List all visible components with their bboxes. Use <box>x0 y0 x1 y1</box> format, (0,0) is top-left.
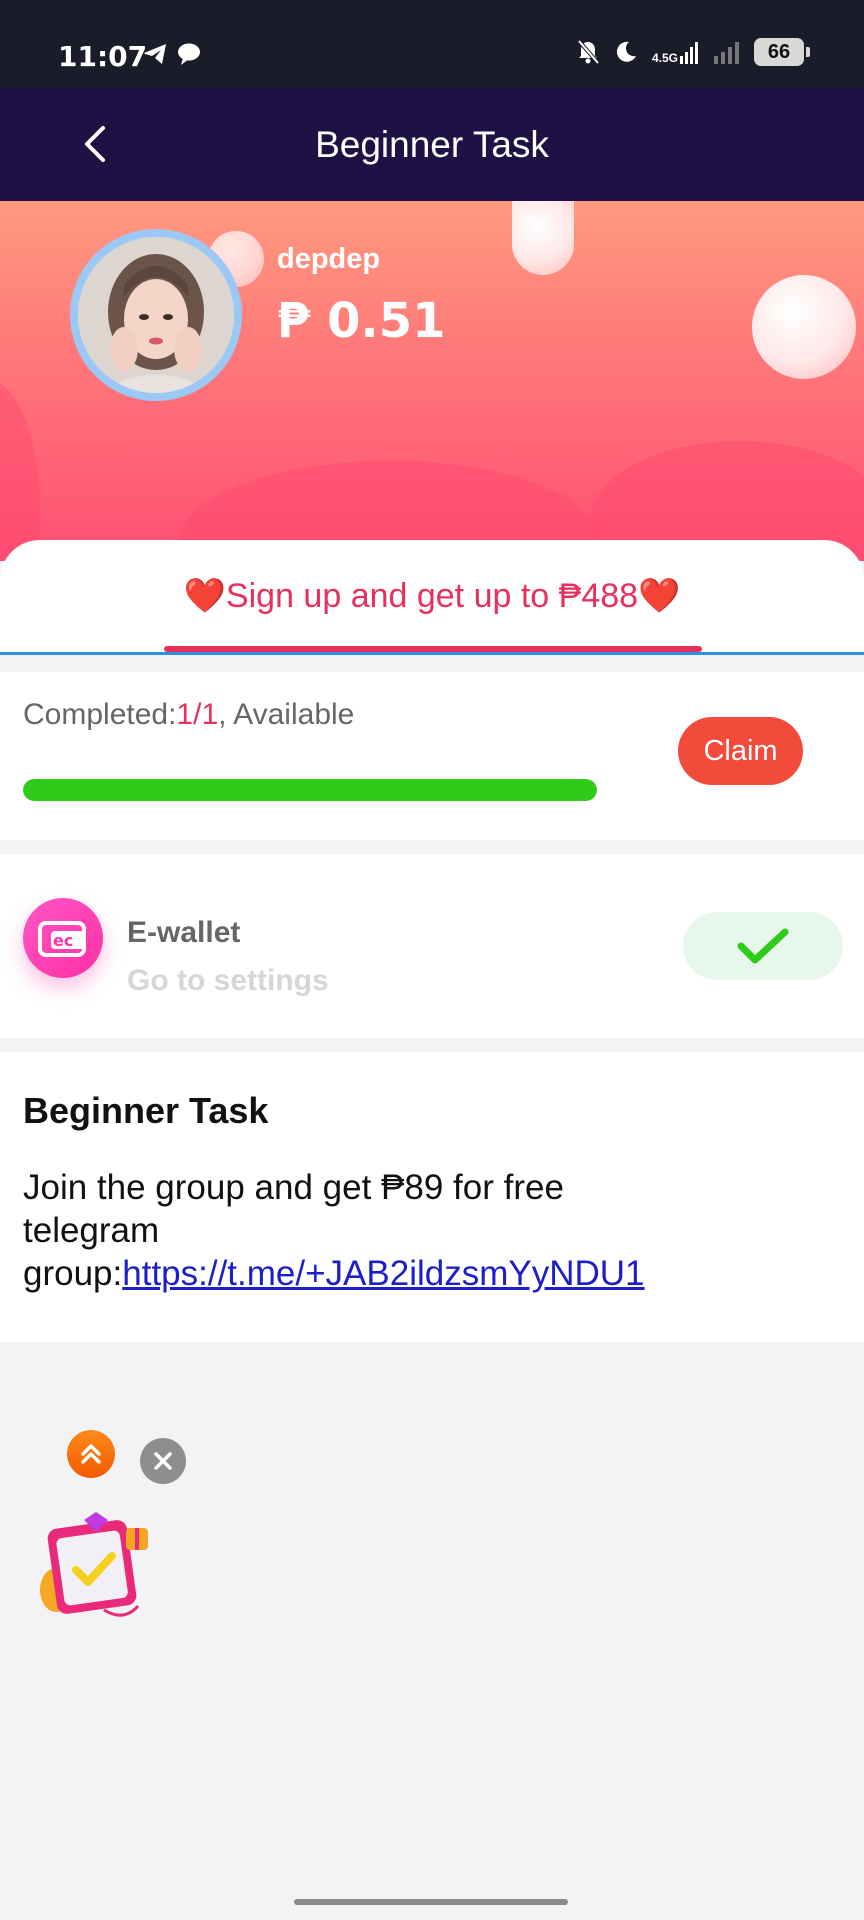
network-label: 4.5G <box>651 51 678 65</box>
tab-signup[interactable]: ❤️Sign up and get up to ₱488❤️ <box>0 576 864 616</box>
battery-icon: 66 <box>754 38 810 66</box>
expand-button[interactable] <box>67 1430 115 1478</box>
moon-icon <box>616 41 636 62</box>
progress-card: Completed:1/1, Available Claim <box>0 672 864 840</box>
progress-status: , Available <box>218 698 355 731</box>
home-indicator[interactable] <box>294 1899 568 1905</box>
wallet-subtitle[interactable]: Go to settings <box>127 964 329 998</box>
status-bar: 11:07 4.5G 66 <box>0 0 864 88</box>
description-line: telegram <box>23 1211 160 1250</box>
bell-off-icon <box>577 39 600 65</box>
completed-label: Completed: <box>23 698 177 731</box>
close-icon <box>154 1452 172 1470</box>
app-header: Beginner Task <box>0 88 864 201</box>
username: depdep <box>277 243 381 275</box>
decor-bubble <box>752 275 856 379</box>
double-chevron-up-icon <box>81 1444 101 1464</box>
status-left-icons <box>142 42 202 66</box>
signal-4g-icon: 4.5G <box>652 40 700 64</box>
progress-bar <box>23 779 597 801</box>
tab-divider <box>0 652 864 655</box>
gift-box-icon[interactable] <box>34 1510 154 1625</box>
decor-bubble <box>512 201 574 275</box>
link-prefix: group: <box>23 1254 123 1293</box>
description-line: Join the group and get ₱89 for free <box>23 1168 564 1207</box>
checkmark-icon <box>737 928 789 964</box>
description-card: Beginner Task Join the group and get ₱89… <box>0 1038 864 1342</box>
profile-hero: depdep ₱ 0.51 <box>0 201 864 561</box>
status-right-icons: 4.5G 66 <box>576 38 810 66</box>
progress-fill <box>23 779 597 801</box>
telegram-link[interactable]: https://t.me/+JAB2ildzsmYyNDU1 <box>122 1254 644 1293</box>
avatar-image <box>78 237 234 393</box>
task-tab-bar: ❤️Sign up and get up to ₱488❤️ <box>0 540 864 655</box>
svg-text:ec: ec <box>53 931 73 950</box>
floating-task-widget <box>30 1430 200 1630</box>
ewallet-task-row[interactable]: ec E-wallet Go to settings <box>0 840 864 1038</box>
wallet-icon: ec <box>23 898 103 978</box>
description-link-line: group:https://t.me/+JAB2ildzsmYyNDU1 <box>23 1252 843 1295</box>
claim-button[interactable]: Claim <box>678 717 803 785</box>
close-widget-button[interactable] <box>140 1438 186 1484</box>
balance-amount: ₱ 0.51 <box>277 293 446 349</box>
description-body: Join the group and get ₱89 for free tele… <box>23 1166 843 1295</box>
progress-text: Completed:1/1, Available <box>23 698 354 732</box>
wallet-done-badge <box>683 912 843 980</box>
avatar[interactable] <box>70 229 242 401</box>
page-title: Beginner Task <box>315 124 549 165</box>
completed-value: 1/1 <box>176 698 219 731</box>
wallet-title: E-wallet <box>127 916 241 949</box>
description-title: Beginner Task <box>23 1090 269 1131</box>
telegram-icon <box>144 44 166 64</box>
status-time: 11:07 <box>58 40 148 73</box>
signal-bars-icon <box>714 42 739 64</box>
decor-blob <box>0 381 40 561</box>
chat-bubble-icon <box>178 43 200 65</box>
